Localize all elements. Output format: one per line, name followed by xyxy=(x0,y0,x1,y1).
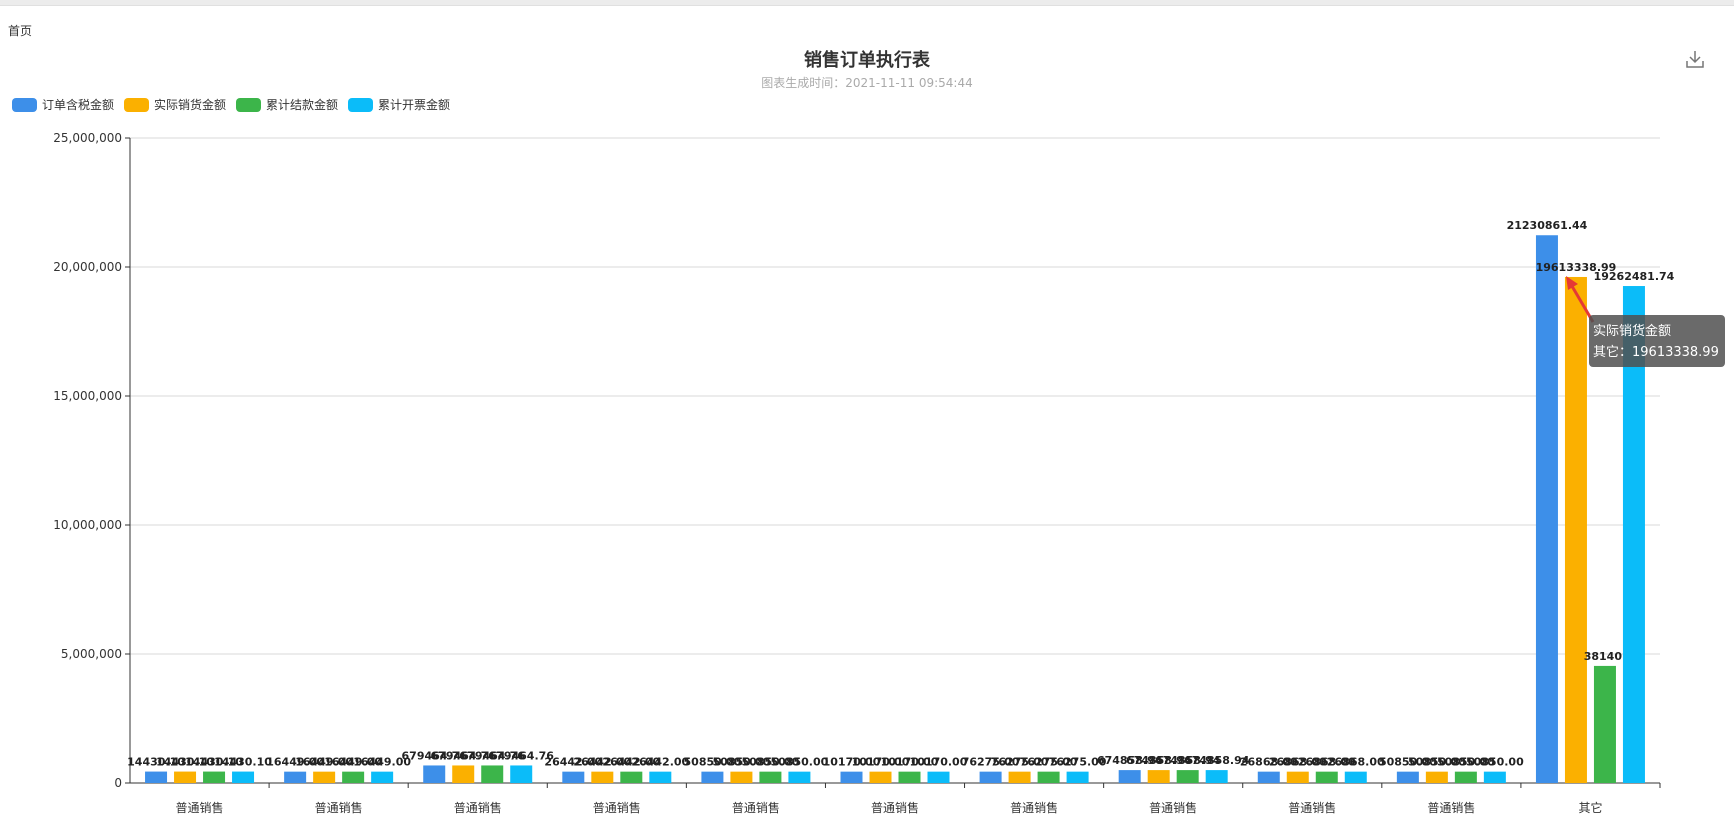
bar xyxy=(562,771,585,783)
bar xyxy=(1344,771,1367,783)
data-label: 50850.00 xyxy=(771,756,829,769)
bar xyxy=(1564,276,1587,783)
x-tick-label: 普通销售 xyxy=(176,800,224,815)
bar xyxy=(284,771,307,783)
bar xyxy=(1315,771,1338,783)
bar xyxy=(203,771,226,783)
bar xyxy=(1286,771,1309,783)
bar xyxy=(1037,771,1060,783)
y-tick-label: 20,000,000 xyxy=(53,260,122,274)
bar xyxy=(510,765,533,783)
bar xyxy=(730,771,753,783)
x-tick-label: 普通销售 xyxy=(454,800,502,815)
bar xyxy=(840,771,863,783)
bar xyxy=(313,771,336,783)
data-label: 38140. xyxy=(1584,650,1626,663)
y-tick-label: 5,000,000 xyxy=(61,647,122,661)
bar xyxy=(1118,770,1141,783)
bar xyxy=(1257,771,1280,783)
bar xyxy=(1176,770,1199,783)
bar xyxy=(1008,771,1031,783)
bar xyxy=(591,771,614,783)
bar xyxy=(342,771,365,783)
bar xyxy=(1593,665,1616,783)
bar xyxy=(174,771,197,783)
bar xyxy=(759,771,782,783)
bar xyxy=(423,765,446,783)
x-tick-label: 普通销售 xyxy=(1427,800,1475,815)
y-tick-label: 10,000,000 xyxy=(53,518,122,532)
bar xyxy=(649,771,672,783)
tooltip-series: 实际销货金额 xyxy=(1593,324,1672,339)
bar xyxy=(1205,770,1228,783)
x-tick-label: 普通销售 xyxy=(1010,800,1058,815)
bar xyxy=(701,771,724,783)
y-tick-label: 25,000,000 xyxy=(53,131,122,145)
tooltip-value: 其它：19613338.99 xyxy=(1593,345,1719,360)
bar xyxy=(232,771,255,783)
x-tick-label: 普通销售 xyxy=(593,800,641,815)
data-label: 21230861.44 xyxy=(1507,219,1588,232)
chart-tooltip: 实际销货金额 其它：19613338.99 xyxy=(1589,315,1725,367)
data-label: 26442.00 xyxy=(631,756,689,769)
bar xyxy=(898,771,921,783)
x-tick-label: 普通销售 xyxy=(732,800,780,815)
data-label: 19262481.74 xyxy=(1594,270,1675,283)
x-tick-label: 普通销售 xyxy=(1288,800,1336,815)
bar xyxy=(481,765,504,783)
bar xyxy=(1396,771,1419,783)
data-label: 50850.00 xyxy=(1466,756,1524,769)
bar xyxy=(145,771,168,783)
bar xyxy=(927,771,950,783)
bar xyxy=(452,765,475,783)
bar xyxy=(1483,771,1506,783)
x-tick-label: 普通销售 xyxy=(871,800,919,815)
bar xyxy=(371,771,394,783)
y-tick-label: 0 xyxy=(114,776,122,790)
data-label: 10170.00 xyxy=(910,756,968,769)
bar xyxy=(788,771,811,783)
bar xyxy=(1425,771,1448,783)
x-tick-label: 普通销售 xyxy=(1149,800,1197,815)
bar xyxy=(1066,771,1089,783)
x-tick-label: 普通销售 xyxy=(315,800,363,815)
data-label: 14430.10 xyxy=(214,756,272,769)
bar xyxy=(869,771,892,783)
bar-chart: 0 5,000,000 10,000,000 15,000,000 20,000,000… xyxy=(53,131,1675,815)
y-tick-label: 15,000,000 xyxy=(53,389,122,403)
bar xyxy=(1535,235,1558,783)
x-tick-label: 其它 xyxy=(1578,800,1602,815)
bar xyxy=(1147,770,1170,783)
bar xyxy=(979,771,1002,783)
data-label: 26868.00 xyxy=(1327,756,1385,769)
bar xyxy=(620,771,643,783)
bar xyxy=(1454,771,1477,783)
